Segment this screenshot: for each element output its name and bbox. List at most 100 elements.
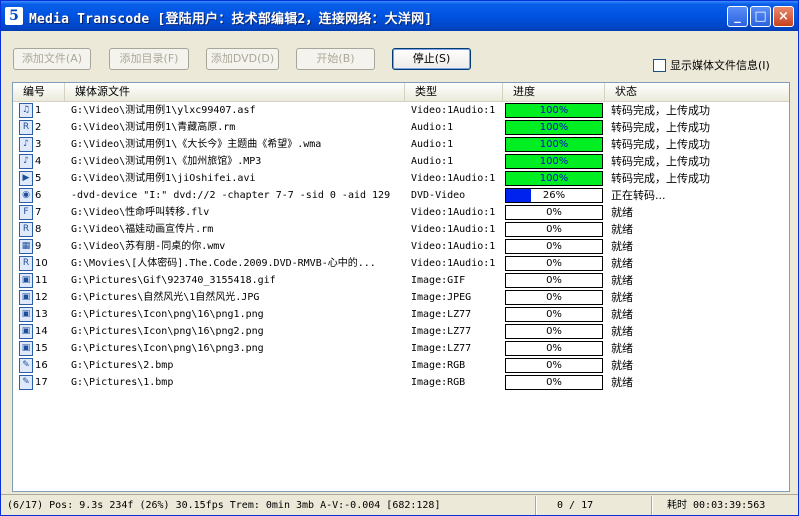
title-bar[interactable]: 5 Media Transcode [登陆用户：技术部编辑2，连接网络：大洋网]… (1, 1, 798, 31)
row-media-type: Audio:1 (411, 139, 454, 150)
dvd-disc-icon: ◉ (19, 188, 33, 203)
column-header-status[interactable]: 状态 (605, 83, 789, 101)
add-dvd-button[interactable]: 添加DVD(D) (206, 48, 279, 70)
row-media-type: Image:GIF (411, 275, 466, 286)
maximize-button[interactable]: □ (750, 6, 771, 27)
row-number: 2 (35, 122, 42, 133)
row-source-file: G:\Video\测试用例1\jiOshifei.avi (71, 173, 256, 184)
table-row[interactable]: ♪ 3 G:\Video\测试用例1\《大长今》主题曲《希望》.wma Audio:1… (13, 136, 789, 153)
row-media-type: Image:LZ77 (411, 326, 472, 337)
add-directory-button[interactable]: 添加目录(F) (109, 48, 189, 70)
row-status: 就绪 (611, 359, 633, 372)
row-source-file: G:\Pictures\1.bmp (71, 377, 174, 388)
row-media-type: Video:1Audio:1 (411, 258, 496, 269)
row-media-type: Image:LZ77 (411, 343, 472, 354)
stop-button[interactable]: 停止(S) (392, 48, 471, 70)
bmp-image-icon: ✎ (19, 375, 33, 390)
progress-text: 0% (546, 292, 562, 303)
table-row[interactable]: ▣ 14 G:\Pictures\Icon\png\16\png2.png Image… (13, 323, 789, 340)
realmedia-file-icon: R (19, 120, 33, 135)
transcode-queue-list[interactable]: 编号 媒体源文件 类型 进度 状态 ♫ 1 G:\Video\测试用例1\ylxc9… (12, 82, 790, 492)
progress-bar: 0% (505, 341, 603, 356)
table-row[interactable]: R 2 G:\Video\测试用例1\青藏高原.rm Audio:1 100% 转码完成，… (13, 119, 789, 136)
wma-file-icon: ♪ (19, 137, 33, 152)
column-header-progress[interactable]: 进度 (503, 83, 605, 101)
avi-file-icon: ▶ (19, 171, 33, 186)
progress-bar: 0% (505, 273, 603, 288)
png-image-icon: ▣ (19, 324, 33, 339)
show-media-info-label: 显示媒体文件信息(I) (670, 59, 770, 72)
row-status: 就绪 (611, 206, 633, 219)
row-status: 正在转码... (611, 189, 666, 202)
row-source-file: G:\Video\测试用例1\ylxc99407.asf (71, 105, 256, 116)
row-number: 4 (35, 156, 42, 167)
table-row[interactable]: ▦ 9 G:\Video\苏有朋-同桌的你.wmv Video:1Audio:1 0% 就… (13, 238, 789, 255)
table-row[interactable]: ♫ 1 G:\Video\测试用例1\ylxc99407.asf Video:1Aud… (13, 102, 789, 119)
row-source-file: -dvd-device "I:" dvd://2 -chapter 7-7 -s… (71, 190, 391, 201)
progress-text: 0% (546, 343, 562, 354)
row-media-type: Video:1Audio:1 (411, 173, 496, 184)
close-button[interactable]: × (773, 6, 794, 27)
png-image-icon: ▣ (19, 307, 33, 322)
row-source-file: G:\Pictures\Icon\png\16\png2.png (71, 326, 264, 337)
start-button[interactable]: 开始(B) (296, 48, 375, 70)
list-header: 编号 媒体源文件 类型 进度 状态 (13, 83, 789, 102)
row-number: 13 (35, 309, 48, 320)
table-row[interactable]: ◉ 6 -dvd-device "I:" dvd://2 -chapter 7-7 … (13, 187, 789, 204)
row-media-type: Video:1Audio:1 (411, 224, 496, 235)
table-row[interactable]: ▣ 12 G:\Pictures\自然风光\1自然风光.JPG Image:JPEG 0… (13, 289, 789, 306)
table-row[interactable]: ✎ 16 G:\Pictures\2.bmp Image:RGB 0% 就绪 (13, 357, 789, 374)
table-row[interactable]: F 7 G:\Video\性命呼叫转移.flv Video:1Audio:1 0% 就绪 (13, 204, 789, 221)
row-source-file: G:\Pictures\Icon\png\16\png3.png (71, 343, 264, 354)
column-header-num[interactable]: 编号 (13, 83, 65, 101)
bmp-image-icon: ✎ (19, 358, 33, 373)
progress-bar: 100% (505, 137, 603, 152)
table-row[interactable]: ▣ 15 G:\Pictures\Icon\png\16\png3.png Image… (13, 340, 789, 357)
row-media-type: Image:LZ77 (411, 309, 472, 320)
row-source-file: G:\Video\苏有朋-同桌的你.wmv (71, 241, 226, 252)
table-row[interactable]: ▣ 13 G:\Pictures\Icon\png\16\png1.png Image… (13, 306, 789, 323)
row-number: 3 (35, 139, 42, 150)
row-status: 转码完成，上传成功 (611, 172, 710, 185)
add-file-button[interactable]: 添加文件(A) (13, 48, 91, 70)
table-row[interactable]: R 10 G:\Movies\[人体密码].The.Code.2009.DVD-RM… (13, 255, 789, 272)
row-number: 16 (35, 360, 48, 371)
table-row[interactable]: R 8 G:\Video\福娃动画宣传片.rm Video:1Audio:1 0% 就绪 (13, 221, 789, 238)
row-number: 1 (35, 105, 42, 116)
row-media-type: Video:1Audio:1 (411, 241, 496, 252)
column-header-type[interactable]: 类型 (405, 83, 503, 101)
table-row[interactable]: ▶ 5 G:\Video\测试用例1\jiOshifei.avi Video:1Aud… (13, 170, 789, 187)
row-number: 9 (35, 241, 42, 252)
row-status: 就绪 (611, 291, 633, 304)
row-media-type: DVD-Video (411, 190, 466, 201)
row-status: 就绪 (611, 223, 633, 236)
row-status: 就绪 (611, 376, 633, 389)
status-divider (535, 496, 537, 515)
progress-text: 26% (542, 190, 566, 201)
progress-text: 100% (539, 173, 569, 184)
progress-bar: 100% (505, 171, 603, 186)
realmedia-file-icon: R (19, 222, 33, 237)
row-source-file: G:\Video\福娃动画宣传片.rm (71, 224, 214, 235)
show-media-info-checkbox[interactable] (653, 58, 666, 72)
row-number: 7 (35, 207, 42, 218)
progress-bar: 0% (505, 358, 603, 373)
column-header-file[interactable]: 媒体源文件 (65, 83, 405, 101)
app-window: 5 Media Transcode [登陆用户：技术部编辑2，连接网络：大洋网]… (0, 0, 799, 516)
progress-text: 0% (546, 360, 562, 371)
progress-text: 0% (546, 326, 562, 337)
table-row[interactable]: ♪ 4 G:\Video\测试用例1\《加州旅馆》.MP3 Audio:1 100% 转码… (13, 153, 789, 170)
table-row[interactable]: ▣ 11 G:\Pictures\Gif\923740_3155418.gif Ima… (13, 272, 789, 289)
window-title: Media Transcode [登陆用户：技术部编辑2，连接网络：大洋网] (29, 12, 433, 27)
minimize-button[interactable]: _ (727, 6, 748, 27)
row-status: 转码完成，上传成功 (611, 104, 710, 117)
png-image-icon: ▣ (19, 341, 33, 356)
table-row[interactable]: ✎ 17 G:\Pictures\1.bmp Image:RGB 0% 就绪 (13, 374, 789, 391)
progress-text: 100% (539, 105, 569, 116)
gif-image-icon: ▣ (19, 273, 33, 288)
show-media-info-option[interactable]: 显示媒体文件信息(I) (653, 57, 770, 73)
row-status: 就绪 (611, 342, 633, 355)
progress-text: 100% (539, 122, 569, 133)
status-bar: (6/17) Pos: 9.3s 234f (26%) 30.15fps Tre… (1, 494, 798, 516)
row-status: 转码完成，上传成功 (611, 155, 710, 168)
